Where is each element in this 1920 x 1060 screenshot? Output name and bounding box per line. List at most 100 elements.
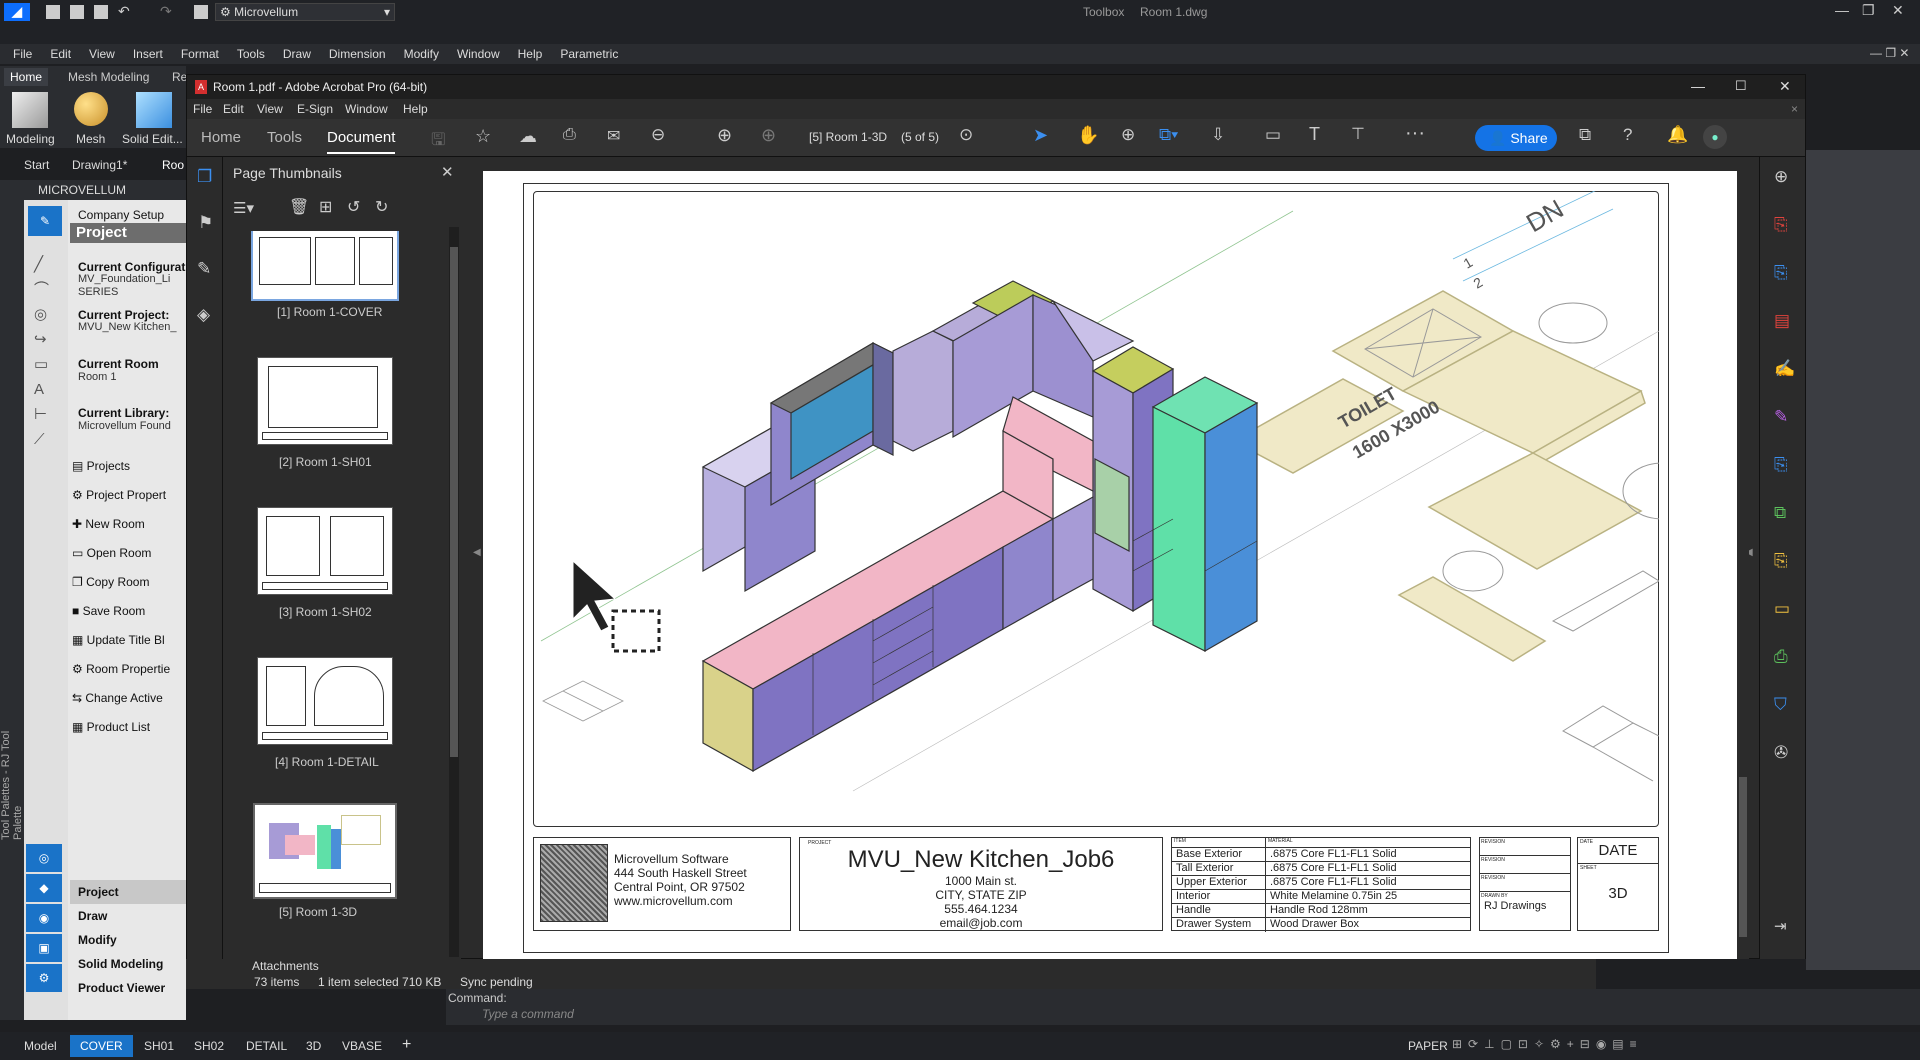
acro-menu-close-icon[interactable]: × [1791, 102, 1798, 116]
workspace-dropdown[interactable]: ⚙ Microvellum ▾ [215, 3, 395, 21]
section-solid-modeling[interactable]: Solid Modeling [70, 952, 186, 976]
thumbnail-1[interactable] [251, 231, 399, 301]
fit-page-icon[interactable]: ⧉▾ [1159, 125, 1178, 145]
section-draw[interactable]: Draw [70, 904, 186, 928]
doc-tab-start[interactable]: Start [24, 158, 49, 172]
collapse-left-icon[interactable]: ◀ [473, 547, 481, 558]
page-thumbnails-icon[interactable]: ❐ [197, 167, 212, 187]
scroll-mode-icon[interactable]: ⇩ [1211, 125, 1225, 145]
acro-menu-help[interactable]: Help [403, 102, 428, 116]
more-icon[interactable]: ··· [1405, 122, 1425, 145]
document-scrollbar[interactable] [1737, 157, 1749, 959]
create-pdf-icon[interactable]: ⎘ [1774, 215, 1788, 235]
action-new-room[interactable]: ✚ New Room [72, 510, 170, 539]
thumbnails-scrollbar[interactable] [449, 227, 459, 957]
save-icon[interactable]: 🖫 [431, 127, 445, 156]
cad-menu-edit[interactable]: Edit [50, 47, 71, 61]
command-input[interactable]: Type a command [482, 1007, 574, 1021]
delete-page-icon[interactable]: 🗑 [289, 197, 309, 217]
cad-menu-file[interactable]: File [13, 47, 32, 61]
action-update-title-block[interactable]: ▦ Update Title Bl [72, 626, 170, 655]
cad-menu-format[interactable]: Format [181, 47, 219, 61]
star-icon[interactable]: ☆ [475, 126, 491, 147]
zoom-in-icon[interactable]: ⊕ [1121, 125, 1135, 145]
layout-tab-vbase[interactable]: VBASE [342, 1039, 382, 1053]
thumbnail-4[interactable] [257, 657, 393, 745]
prev-page-icon[interactable]: ⊕ [717, 125, 732, 146]
cad-menu-view[interactable]: View [89, 47, 115, 61]
compare-icon[interactable]: ⧉ [1774, 503, 1786, 523]
section-modify[interactable]: Modify [70, 928, 186, 952]
camera-icon[interactable]: ◉ [26, 904, 62, 932]
bookmark-icon[interactable]: ⚑ [198, 213, 213, 233]
cad-menu-tools[interactable]: Tools [237, 47, 265, 61]
action-project-properties[interactable]: ⚙ Project Propert [72, 481, 170, 510]
text-icon[interactable]: T [1309, 124, 1320, 145]
thumbnail-3[interactable] [257, 507, 393, 595]
layout-tab-sh02[interactable]: SH02 [194, 1039, 224, 1053]
status-paper[interactable]: PAPER [1408, 1039, 1448, 1053]
cad-menu-modify[interactable]: Modify [404, 47, 439, 61]
document-scroll-thumb[interactable] [1739, 777, 1747, 937]
cloud-doc-icon[interactable]: ⧉ [1579, 125, 1591, 145]
close-panel-icon[interactable]: ✕ [441, 163, 454, 181]
modeling-icon[interactable] [12, 92, 48, 128]
cad-maximize-button[interactable]: ❐ [1862, 2, 1875, 19]
tab-tools[interactable]: Tools [267, 129, 302, 146]
thumbnails-scroll-thumb[interactable] [450, 247, 458, 757]
pencil-icon[interactable]: ✎ [28, 206, 62, 236]
layout-tab-model[interactable]: Model [24, 1039, 57, 1053]
acrobat-maximize-button[interactable]: ☐ [1735, 78, 1747, 94]
action-save-room[interactable]: ■ Save Room [72, 597, 170, 626]
hand-icon[interactable]: ✋ [1077, 125, 1099, 146]
section-project[interactable]: Project [70, 880, 186, 904]
ribbon-tab-home[interactable]: Home [4, 68, 49, 86]
mail-icon[interactable]: ✉ [607, 126, 620, 146]
thumbnail-2[interactable] [257, 357, 393, 445]
print-production-icon[interactable]: ⎙ [1774, 647, 1788, 667]
cloud-upload-icon[interactable]: ☁ [519, 126, 537, 147]
comment-icon[interactable]: ▭ [1265, 125, 1281, 145]
textbox-icon[interactable]: ⊤ [1351, 124, 1365, 144]
solid-edit-icon[interactable] [136, 92, 172, 128]
acro-menu-edit[interactable]: Edit [223, 102, 244, 116]
organize-pages-icon[interactable]: ▤ [1774, 311, 1790, 331]
action-change-active[interactable]: ⇆ Change Active [72, 684, 170, 713]
extract-icon[interactable]: ⊞ [319, 197, 332, 217]
ribbon-tab-mesh-modeling[interactable]: Mesh Modeling [68, 70, 149, 84]
thumbnail-5[interactable] [253, 803, 397, 899]
acro-menu-window[interactable]: Window [345, 102, 388, 116]
more-tools-icon[interactable]: ✇ [1774, 743, 1788, 763]
viewer-icon[interactable]: ▣ [26, 934, 62, 962]
layout-tab-3d[interactable]: 3D [306, 1039, 321, 1053]
mesh-sphere-icon[interactable] [74, 92, 108, 126]
cad-minimize-button[interactable]: — [1835, 2, 1849, 18]
next-page-icon[interactable]: ⊕ [761, 125, 776, 146]
rotate-left-icon[interactable]: ↺ [347, 197, 360, 217]
help-icon[interactable]: ? [1623, 125, 1632, 145]
avatar[interactable]: ● [1703, 125, 1727, 149]
comment-tool-icon[interactable]: ▭ [1774, 599, 1790, 619]
bell-icon[interactable]: 🔔 [1667, 125, 1688, 145]
acrobat-minimize-button[interactable]: — [1691, 78, 1705, 94]
company-setup-tab[interactable]: Company Setup [78, 208, 164, 222]
undo-icon[interactable]: ↶ [118, 3, 130, 20]
zoom-out-icon[interactable]: ⊖ [651, 125, 665, 145]
select-cursor-icon[interactable]: ➤ [1033, 125, 1048, 146]
cad-menu-insert[interactable]: Insert [133, 47, 163, 61]
action-open-room[interactable]: ▭ Open Room [72, 539, 170, 568]
edit-pdf-icon[interactable]: ⎘ [1774, 455, 1788, 475]
open-file-icon[interactable] [70, 5, 84, 19]
layers-icon[interactable]: ◈ [197, 305, 210, 325]
fill-sign-icon[interactable]: ✎ [1774, 407, 1788, 427]
action-room-properties[interactable]: ⚙ Room Propertie [72, 655, 170, 684]
status-toggle-icons[interactable]: ⊞⟳⊥▢⊡✧⚙+⊟◉▤≡ [1452, 1037, 1643, 1051]
attachment-icon[interactable]: ✎ [197, 259, 211, 279]
doc-tab-room[interactable]: Roo [162, 158, 184, 172]
share-button[interactable]: 👤 Share [1475, 125, 1557, 151]
print-icon[interactable]: ⎙ [563, 126, 576, 144]
spiral-icon[interactable]: ◎ [26, 844, 62, 872]
thumb-options-icon[interactable]: ☰▾ [233, 199, 254, 217]
tab-document[interactable]: Document [327, 129, 396, 154]
protect-icon[interactable]: ⛉ [1774, 695, 1787, 715]
